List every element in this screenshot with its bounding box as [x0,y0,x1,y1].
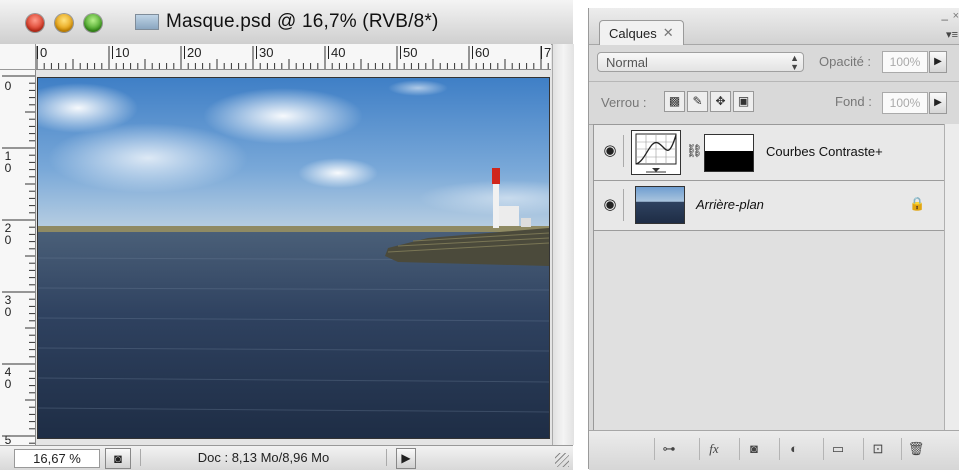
status-menu-arrow[interactable]: ▶ [396,448,416,469]
curves-adjustment-icon [631,130,681,175]
layer-name[interactable]: Arrière-plan [696,197,764,212]
layer-mask-thumbnail[interactable] [704,134,754,172]
ruler-h-label: 60 [472,46,489,59]
fill-label: Fond : [835,94,872,109]
lock-icon: 🔒 [909,196,926,211]
document-titlebar[interactable]: Masque.psd @ 16,7% (RVB/8*) [0,0,573,45]
ruler-h-label: 10 [112,46,129,59]
minimize-button[interactable] [55,14,73,32]
layer-row-arriere-plan[interactable]: ◉ Arrière-plan 🔒 [594,181,944,231]
lock-transparency-icon[interactable]: ▩ [664,91,685,112]
fill-field[interactable]: 100% [882,92,928,114]
status-bar: 16,67 % ◙ Doc : 8,13 Mo/8,96 Mo ▶ [0,445,573,470]
document-title-wrap: Masque.psd @ 16,7% (RVB/8*) [135,11,439,33]
opacity-arrow-button[interactable]: ▶ [929,51,947,73]
blend-mode-value: Normal [606,55,648,70]
opacity-label: Opacité : [819,54,872,69]
link-layers-icon[interactable]: ⊶ [654,438,683,460]
tab-label: Calques [609,25,657,41]
view-toggle-icon[interactable]: ◙ [105,448,131,469]
layer-row-courbes[interactable]: ◉ ⛓ Courbes Contraste+ [594,125,944,181]
fx-icon[interactable]: fx [699,438,728,460]
trash-icon[interactable]: 🗑 [901,438,930,460]
ruler-v-label: 1 0 [4,149,12,175]
photo-seascape [38,78,549,438]
document-title: Masque.psd @ 16,7% (RVB/8*) [166,11,439,32]
panel-header: Calques ✕ – × ▾≡ [589,8,959,45]
horizontal-ruler[interactable]: 0 10 20 30 40 50 60 7 [36,44,551,70]
document-icon [135,14,159,30]
lock-row: Verrou : ▩ ✎ ✥ ▣ Fond : 100% ▶ [589,82,959,125]
opacity-field[interactable]: 100% [882,51,928,73]
lock-position-move-icon[interactable]: ✥ [710,91,731,112]
lock-label: Verrou : [601,95,647,110]
new-layer-icon[interactable]: ⊡ [863,438,892,460]
layer-name[interactable]: Courbes Contraste+ [766,144,883,159]
panel-bottom-toolbar: ⊶ fx ◙ ◐ ▭ ⊡ 🗑 [589,430,959,470]
eye-icon[interactable]: ◉ [597,189,624,221]
ruler-h-label: 40 [328,46,345,59]
adjustment-layer-icon[interactable]: ◐ [779,438,808,460]
layers-scrollbar[interactable] [944,124,959,430]
ruler-v-label: 2 0 [4,221,12,247]
zoom-button[interactable] [84,14,102,32]
image-canvas[interactable] [37,77,550,439]
panel-menu-icon[interactable]: ▾≡ [946,28,958,41]
panel-close-icon[interactable]: × [953,10,959,22]
layers-panel: Calques ✕ – × ▾≡ Normal ▲ ▼ Opacité : 100… [588,8,959,470]
ruler-v-label: 3 0 [4,293,12,319]
ruler-v-label: 4 0 [4,365,12,391]
resize-handle-icon[interactable] [555,453,569,467]
blend-mode-select[interactable]: Normal ▲ ▼ [597,52,804,72]
tab-close-icon[interactable]: ✕ [663,25,674,41]
zoom-level-field[interactable]: 16,67 % [14,449,100,468]
add-mask-icon[interactable]: ◙ [739,438,768,460]
ruler-v-label: 0 [4,79,12,93]
eye-icon[interactable]: ◉ [597,135,624,167]
ruler-h-label: 30 [256,46,273,59]
chain-link-icon[interactable]: ⛓ [686,143,703,159]
ruler-h-label: 20 [184,46,201,59]
blend-row: Normal ▲ ▼ Opacité : 100% ▶ [589,45,959,82]
ruler-origin[interactable] [0,44,36,70]
close-button[interactable] [26,14,44,32]
layers-list: ◉ ⛓ Courbes Contraste+ ◉ Arrière-plan 🔒 [593,124,945,432]
ruler-h-label: 50 [400,46,417,59]
tab-calques[interactable]: Calques ✕ [599,20,684,45]
lock-all-icon[interactable]: ▣ [733,91,754,112]
panel-minimize-icon[interactable]: – [941,12,948,26]
ruler-h-label: 7 [541,46,551,59]
select-arrows-icon: ▲ ▼ [790,53,799,72]
vertical-ruler[interactable]: 0 1 0 2 0 3 0 4 0 5 [0,70,36,446]
vertical-scrollbar[interactable] [552,44,574,445]
new-group-folder-icon[interactable]: ▭ [823,438,852,460]
document-size-info: Doc : 8,13 Mo/8,96 Mo [140,449,387,466]
lock-pixels-brush-icon[interactable]: ✎ [687,91,708,112]
background-layer-thumbnail [635,186,685,224]
fill-arrow-button[interactable]: ▶ [929,92,947,114]
document-window: Masque.psd @ 16,7% (RVB/8*) 0 10 20 30 4… [0,0,574,470]
ruler-h-label: 0 [37,46,47,59]
